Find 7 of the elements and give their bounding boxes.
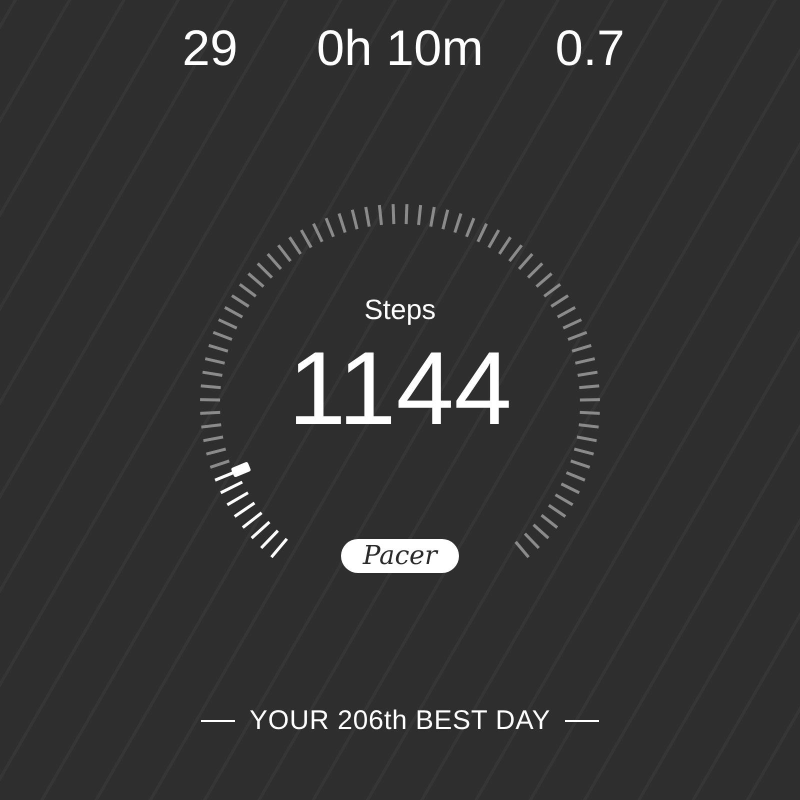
- gauge-label: Steps: [364, 294, 436, 326]
- best-day-text: YOUR 206th BEST DAY: [249, 705, 551, 736]
- stat-value: 29: [181, 20, 239, 76]
- brand-logo: Pacer: [340, 539, 460, 573]
- step-count: 1144: [288, 334, 512, 444]
- stat-value: 0.7: [554, 20, 626, 76]
- stat-value: 0h 10m: [316, 20, 484, 76]
